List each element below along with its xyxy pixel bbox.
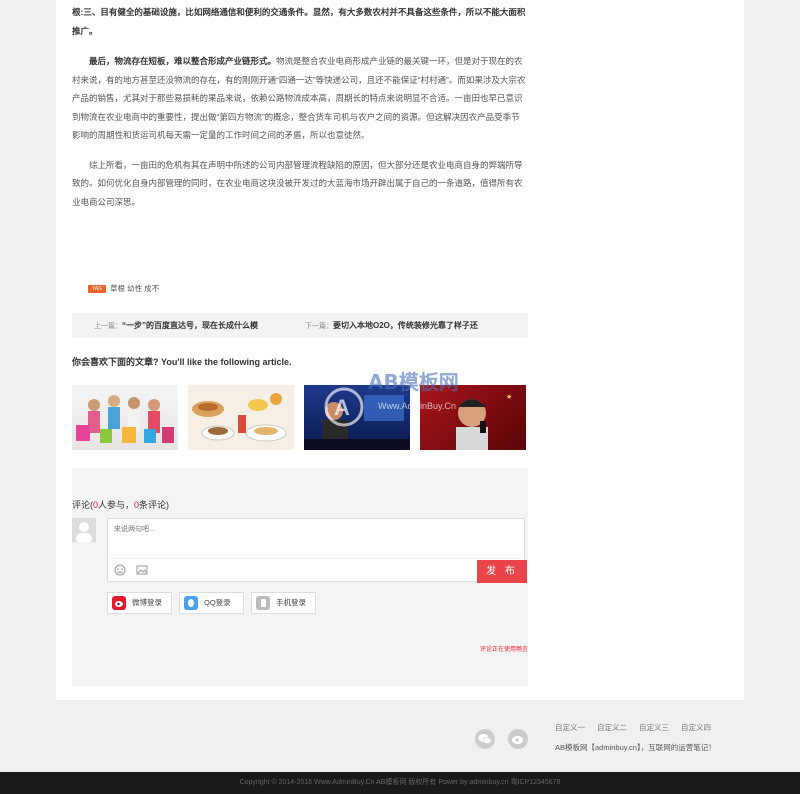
footer-links: 自定义一 自定义二 自定义三 自定义四: [555, 722, 723, 733]
next-article-link[interactable]: 下一篇：要切入本地O2O，传统装修光靠了样子还: [305, 313, 478, 339]
weibo-icon: [112, 596, 126, 610]
footer-link[interactable]: 自定义三: [639, 723, 669, 732]
copyright-bar: Copyright © 2014-2016 Www.AdminBuy.Cn AB…: [0, 772, 800, 794]
phone-icon: [256, 596, 270, 610]
next-title[interactable]: 要切入本地O2O，传统装修光靠了样子还: [333, 321, 478, 330]
weibo-footer-icon[interactable]: [508, 729, 528, 749]
related-thumbnails: ★ A AB模板网 Www.AdminBuy.Cn: [72, 370, 528, 450]
article-paragraph: 最后，物流存在短板，难以整合形成产业链形式。物流是整合农业电商形成产业链的最关键…: [72, 52, 528, 145]
tag-links[interactable]: 草根 幼性 成不: [110, 283, 159, 294]
phone-login-label: 手机登录: [276, 598, 306, 607]
comment-title-prefix: 评论(: [72, 500, 93, 510]
wechat-icon[interactable]: [475, 729, 495, 749]
qq-login-button[interactable]: QQ登录: [179, 592, 244, 614]
weibo-login-label: 微博登录: [132, 598, 162, 607]
comment-box: [107, 518, 525, 582]
avatar: [72, 518, 96, 542]
emoji-icon[interactable]: [114, 564, 126, 576]
footer-link[interactable]: 自定义二: [597, 723, 627, 732]
phone-login-button[interactable]: 手机登录: [251, 592, 316, 614]
related-articles-title: 你会喜欢下面的文章? You'll like the following art…: [72, 357, 292, 367]
comment-toolbar: [108, 558, 524, 581]
comment-title-suffix: 条评论): [139, 500, 170, 510]
changyan-notice[interactable]: 评论正在使用畅言: [480, 644, 528, 653]
prev-next-nav: 上一篇：“一步”的百度直达号，现在长成什么模 下一篇：要切入本地O2O，传统装修…: [72, 313, 528, 338]
article-bold-lead: 最后，物流存在短板，难以整合形成产业链形式。: [89, 56, 277, 66]
svg-text:A: A: [334, 395, 350, 420]
footer-link[interactable]: 自定义一: [555, 723, 585, 732]
prev-label: 上一篇：: [94, 323, 122, 330]
related-thumb-shopping[interactable]: [72, 385, 178, 450]
tag-icon: TAG: [88, 284, 106, 293]
watermark-url: Www.AdminBuy.Cn: [378, 401, 456, 411]
article-paragraph: 根:三、目有健全的基础设施，比如网络通信和便利的交通条件。显然，有大多数农村并不…: [72, 7, 526, 36]
watermark-logo: A AB模板网 Www.AdminBuy.Cn: [308, 363, 548, 443]
comment-section: 评论(0人参与，0条评论) 发 布 微博登录 QQ登录 手机登录 评论正在使用畅…: [72, 468, 528, 686]
submit-comment-button[interactable]: 发 布: [477, 560, 527, 583]
comment-title-mid: 人参与，: [98, 500, 135, 510]
content-panel: 根:三、目有健全的基础设施，比如网络通信和便利的交通条件。显然，有大多数农村并不…: [56, 0, 744, 700]
footer-tagline: AB模板网【adminbuy.cn】，互联网的运营笔记！: [555, 743, 716, 752]
related-thumb-food[interactable]: [188, 385, 294, 450]
comment-input[interactable]: [112, 522, 416, 556]
qq-login-label: QQ登录: [204, 598, 231, 607]
article-paragraph: 综上所看，一亩田的危机有其在声明中所述的公司内部管理流程缺陷的原因，但大部分还是…: [72, 159, 523, 207]
weibo-login-button[interactable]: 微博登录: [107, 592, 172, 614]
image-icon[interactable]: [136, 564, 148, 576]
next-label: 下一篇：: [305, 323, 333, 330]
comment-title: 评论(0人参与，0条评论): [72, 498, 169, 511]
prev-title[interactable]: “一步”的百度直达号，现在长成什么模: [122, 321, 258, 330]
article-body: 根:三、目有健全的基础设施，比如网络通信和便利的交通条件。显然，有大多数农村并不…: [72, 0, 528, 211]
prev-article-link[interactable]: 上一篇：“一步”的百度直达号，现在长成什么模: [94, 313, 258, 339]
watermark-text: AB模板网: [368, 370, 459, 394]
footer-link[interactable]: 自定义四: [681, 723, 711, 732]
article-text: 物流是整合农业电商形成产业链的最关键一环，但是对于现在的农村来说，有的地方甚至还…: [72, 56, 526, 140]
tag-list: TAG 草根 幼性 成不: [88, 283, 159, 294]
qq-icon: [184, 596, 198, 610]
